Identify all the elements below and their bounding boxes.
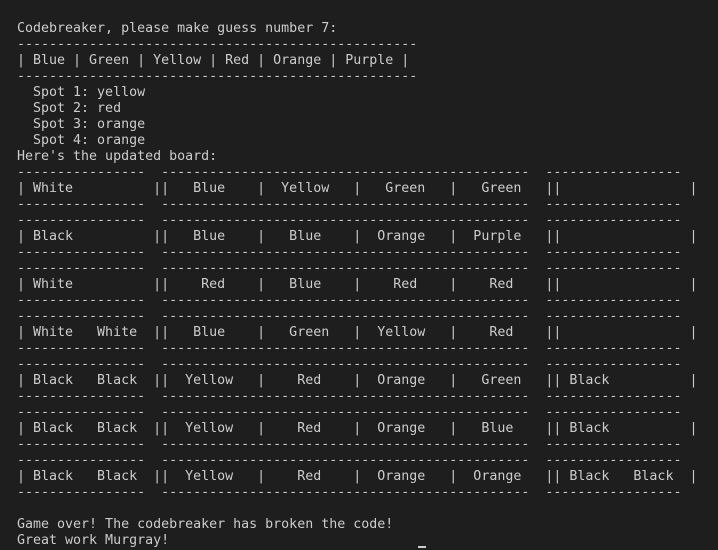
board-row-4: | White White || Blue | Green | Yellow |… — [17, 325, 698, 340]
guess-prompt: Codebreaker, please make guess number 7: — [17, 21, 338, 36]
spot-3-line: Spot 3: orange — [17, 117, 146, 132]
board-divider: ---------------- -----------------------… — [17, 245, 682, 260]
text-cursor — [418, 546, 426, 548]
board-row-3: | White || Red | Blue | Red | Red || | — [17, 277, 698, 292]
terminal-output: Codebreaker, please make guess number 7:… — [17, 21, 717, 549]
board-row-7: | Black Black || Yellow | Red | Orange |… — [17, 469, 698, 484]
board-divider: ---------------- -----------------------… — [17, 293, 682, 308]
available-colors-row: | Blue | Green | Yellow | Red | Orange |… — [17, 53, 410, 68]
colors-divider-bottom: ----------------------------------------… — [17, 69, 418, 84]
spot-4-line: Spot 4: orange — [17, 133, 146, 148]
spot-1-line: Spot 1: yellow — [17, 85, 146, 100]
updated-board-label: Here's the updated board: — [17, 149, 218, 164]
board-divider: ---------------- -----------------------… — [17, 261, 682, 276]
board-divider: ---------------- -----------------------… — [17, 437, 682, 452]
board-row-1: | White || Blue | Yellow | Green | Green… — [17, 181, 698, 196]
board-divider: ---------------- -----------------------… — [17, 341, 682, 356]
board-divider: ---------------- -----------------------… — [17, 389, 682, 404]
board-divider: ---------------- -----------------------… — [17, 309, 682, 324]
board-row-5: | Black Black || Yellow | Red | Orange |… — [17, 373, 698, 388]
board-divider: ---------------- -----------------------… — [17, 405, 682, 420]
board-divider: ---------------- -----------------------… — [17, 197, 682, 212]
board-divider: ---------------- -----------------------… — [17, 453, 682, 468]
board-divider: ---------------- -----------------------… — [17, 165, 682, 180]
spot-2-line: Spot 2: red — [17, 101, 122, 116]
board-divider: ---------------- -----------------------… — [17, 213, 682, 228]
board-divider: ---------------- -----------------------… — [17, 485, 682, 500]
board-row-2: | Black || Blue | Blue | Orange | Purple… — [17, 229, 698, 244]
colors-divider-top: ----------------------------------------… — [17, 37, 418, 52]
board-row-6: | Black Black || Yellow | Red | Orange |… — [17, 421, 698, 436]
board-divider: ---------------- -----------------------… — [17, 357, 682, 372]
game-over-message: Game over! The codebreaker has broken th… — [17, 517, 394, 532]
great-work-message: Great work Murgray! — [17, 533, 170, 548]
